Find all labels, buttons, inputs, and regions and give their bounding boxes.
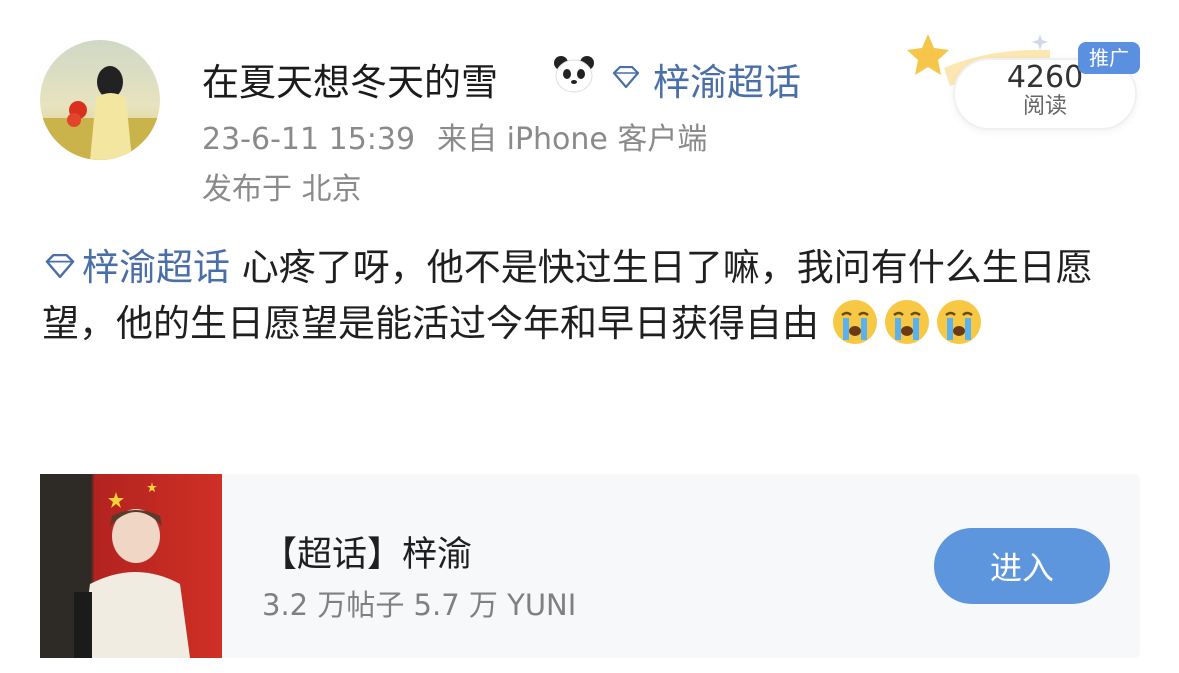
panda-icon: [554, 56, 594, 93]
card-stats: 3.2 万帖子 5.7 万 YUNI: [262, 588, 577, 622]
post-source: 来自 iPhone 客户端: [437, 122, 708, 157]
crying-face-icon: [884, 300, 929, 344]
post-timestamp: 23-6-11 15:39: [202, 122, 416, 157]
super-topic-link[interactable]: 梓渝超话: [653, 52, 801, 106]
username[interactable]: 在夏天想冬天的雪: [202, 52, 498, 106]
user-avatar[interactable]: [40, 40, 160, 160]
enter-button[interactable]: 进入: [934, 528, 1110, 604]
diamond-icon: [45, 253, 75, 279]
card-thumbnail-image: [74, 482, 190, 658]
reads-label: 阅读: [1022, 94, 1067, 119]
crying-face-icon: [936, 300, 981, 344]
post-meta: 23-6-11 15:39 来自 iPhone 客户端: [202, 114, 707, 158]
post-body: 梓渝超话 心疼了呀，他不是快过生日了嘛，我问有什么生日愿望，他的生日愿望是能活过…: [42, 240, 1142, 352]
post-location: 发布于 北京: [202, 172, 362, 207]
body-topic-label: 梓渝超话: [82, 246, 230, 289]
body-topic-link[interactable]: 梓渝超话: [42, 246, 230, 289]
avatar-image: [40, 66, 160, 160]
diamond-icon: [612, 66, 640, 88]
crying-face-icon: [832, 300, 877, 344]
promo-tag: 推广: [1078, 42, 1140, 74]
card-thumbnail: [40, 474, 222, 658]
super-topic-card[interactable]: 【超话】梓渝 3.2 万帖子 5.7 万 YUNI 进入: [40, 474, 1140, 658]
card-title: 【超话】梓渝: [262, 535, 473, 575]
